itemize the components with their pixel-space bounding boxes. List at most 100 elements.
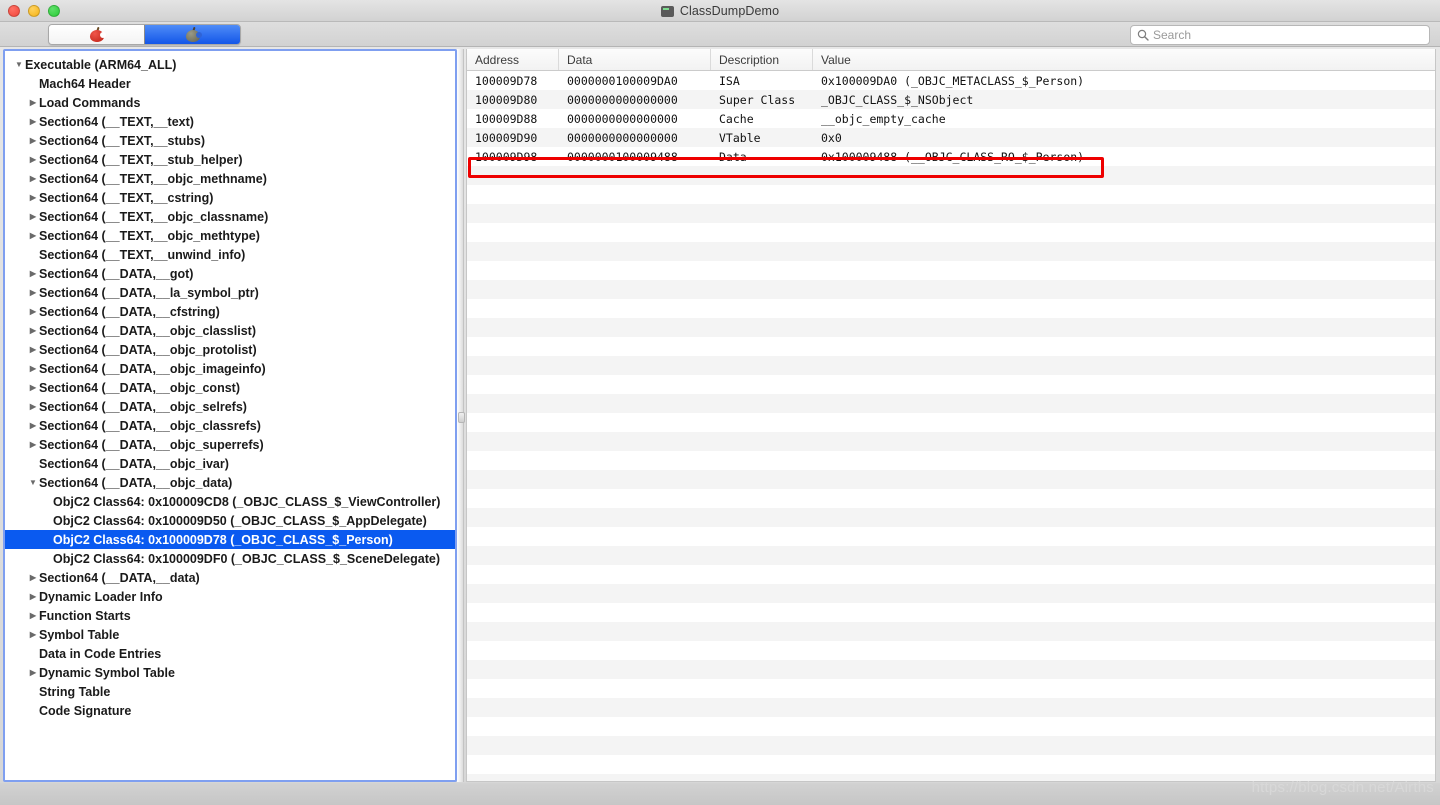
chevron-right-icon[interactable]: ▶ [27, 98, 39, 107]
table-row[interactable]: 100009D80 0000000000000000 Super Class _OBJ… [467, 90, 1435, 109]
chevron-right-icon[interactable]: ▶ [27, 212, 39, 221]
outline-row[interactable]: Section64 (__DATA,__objc_ivar) [5, 454, 455, 473]
chevron-right-icon[interactable]: ▶ [27, 307, 39, 316]
segment-gray-apple[interactable] [144, 25, 240, 44]
chevron-right-icon[interactable]: ▶ [27, 421, 39, 430]
app-window: ClassDumpDemo Search ▼ Executable (ARM64… [0, 0, 1440, 805]
column-header-value[interactable]: Value [813, 49, 1435, 70]
outline-row[interactable]: ▶ Section64 (__DATA,__cfstring) [5, 302, 455, 321]
outline-row[interactable]: ▶ Function Starts [5, 606, 455, 625]
outline-row[interactable]: ▶ Section64 (__DATA,__objc_const) [5, 378, 455, 397]
outline-row[interactable]: ▼ Section64 (__DATA,__objc_data) [5, 473, 455, 492]
column-header-address[interactable]: Address [467, 49, 559, 70]
outline-row-label: Section64 (__TEXT,__objc_classname) [39, 209, 269, 224]
outline-row[interactable]: Code Signature [5, 701, 455, 720]
chevron-right-icon[interactable]: ▶ [27, 630, 39, 639]
outline-row-label: Section64 (__DATA,__objc_classlist) [39, 323, 256, 338]
outline-row-label: Section64 (__TEXT,__objc_methtype) [39, 228, 260, 243]
chevron-right-icon[interactable]: ▶ [27, 231, 39, 240]
chevron-right-icon[interactable]: ▶ [27, 592, 39, 601]
chevron-right-icon[interactable]: ▶ [27, 668, 39, 677]
chevron-right-icon[interactable]: ▶ [27, 364, 39, 373]
chevron-right-icon[interactable]: ▶ [27, 117, 39, 126]
chevron-right-icon[interactable]: ▶ [27, 193, 39, 202]
table-row-empty [467, 698, 1435, 717]
outline-row[interactable]: ▶ Section64 (__DATA,__objc_classrefs) [5, 416, 455, 435]
outline-row[interactable]: ▶ Section64 (__DATA,__objc_selrefs) [5, 397, 455, 416]
outline-row-label: Mach64 Header [39, 76, 131, 91]
chevron-right-icon[interactable]: ▶ [27, 611, 39, 620]
outline-row[interactable]: ▶ Section64 (__DATA,__data) [5, 568, 455, 587]
table-row-empty [467, 242, 1435, 261]
outline-row[interactable]: ▶ Section64 (__DATA,__got) [5, 264, 455, 283]
table-row-empty [467, 299, 1435, 318]
chevron-right-icon[interactable]: ▶ [27, 402, 39, 411]
column-header-data[interactable]: Data [559, 49, 711, 70]
segment-red-apple[interactable] [49, 25, 144, 44]
outline-row-label: Section64 (__DATA,__got) [39, 266, 194, 281]
table-row-empty [467, 470, 1435, 489]
chevron-right-icon[interactable]: ▶ [27, 326, 39, 335]
chevron-down-icon[interactable]: ▼ [27, 478, 39, 487]
structure-outline-view[interactable]: ▼ Executable (ARM64_ALL) Mach64 Header ▶ Loa… [5, 51, 455, 780]
outline-row-label: Section64 (__TEXT,__objc_methname) [39, 171, 267, 186]
outline-row[interactable]: ▶ Section64 (__DATA,__objc_classlist) [5, 321, 455, 340]
chevron-right-icon[interactable]: ▶ [27, 345, 39, 354]
cell-address: 100009D90 [475, 130, 538, 145]
outline-row[interactable]: String Table [5, 682, 455, 701]
table-row[interactable]: 100009D90 0000000000000000 VTable 0x0 [467, 128, 1435, 147]
chevron-right-icon[interactable]: ▶ [27, 269, 39, 278]
outline-row[interactable]: ObjC2 Class64: 0x100009D78 (_OBJC_CLASS_… [5, 530, 455, 549]
outline-row[interactable]: Mach64 Header [5, 74, 455, 93]
chevron-down-icon[interactable]: ▼ [13, 60, 25, 69]
outline-row[interactable]: ▶ Section64 (__TEXT,__text) [5, 112, 455, 131]
outline-row[interactable]: ▶ Section64 (__TEXT,__stubs) [5, 131, 455, 150]
outline-row[interactable]: ▶ Section64 (__DATA,__objc_superrefs) [5, 435, 455, 454]
chevron-right-icon[interactable]: ▶ [27, 136, 39, 145]
outline-row[interactable]: ▶ Section64 (__DATA,__objc_protolist) [5, 340, 455, 359]
splitter-handle[interactable] [458, 412, 465, 423]
table-row-empty [467, 755, 1435, 774]
outline-row[interactable]: ▶ Section64 (__TEXT,__stub_helper) [5, 150, 455, 169]
outline-row[interactable]: ▶ Load Commands [5, 93, 455, 112]
outline-row-label: Section64 (__DATA,__objc_protolist) [39, 342, 257, 357]
outline-row[interactable]: ▶ Section64 (__TEXT,__objc_methname) [5, 169, 455, 188]
chevron-right-icon[interactable]: ▶ [27, 155, 39, 164]
outline-row[interactable]: ObjC2 Class64: 0x100009DF0 (_OBJC_CLASS_… [5, 549, 455, 568]
table-row-empty [467, 679, 1435, 698]
outline-row[interactable]: ▶ Dynamic Symbol Table [5, 663, 455, 682]
table-row[interactable]: 100009D78 0000000100009DA0 ISA 0x100009DA0 … [467, 71, 1435, 90]
outline-row[interactable]: ▶ Symbol Table [5, 625, 455, 644]
table-row-empty [467, 584, 1435, 603]
panel-splitter[interactable] [457, 49, 465, 782]
outline-row-label: Section64 (__TEXT,__stubs) [39, 133, 206, 148]
table-row-empty [467, 489, 1435, 508]
outline-row[interactable]: ObjC2 Class64: 0x100009CD8 (_OBJC_CLASS_… [5, 492, 455, 511]
search-field[interactable]: Search [1130, 25, 1430, 45]
outline-row[interactable]: ▶ Section64 (__TEXT,__objc_methtype) [5, 226, 455, 245]
table-row[interactable]: 100009D88 0000000000000000 Cache __objc_emp… [467, 109, 1435, 128]
cell-value: _OBJC_CLASS_$_NSObject [821, 92, 974, 107]
outline-row[interactable]: ▶ Section64 (__DATA,__la_symbol_ptr) [5, 283, 455, 302]
outline-row-label: Section64 (__DATA,__objc_imageinfo) [39, 361, 266, 376]
column-header-description[interactable]: Description [711, 49, 813, 70]
chevron-right-icon[interactable]: ▶ [27, 440, 39, 449]
view-mode-segmented-control[interactable] [48, 24, 241, 45]
outline-row[interactable]: Data in Code Entries [5, 644, 455, 663]
chevron-right-icon[interactable]: ▶ [27, 288, 39, 297]
chevron-right-icon[interactable]: ▶ [27, 383, 39, 392]
table-row-empty [467, 394, 1435, 413]
outline-row[interactable]: ▶ Section64 (__TEXT,__cstring) [5, 188, 455, 207]
outline-row-label: Section64 (__DATA,__la_symbol_ptr) [39, 285, 259, 300]
outline-row[interactable]: Section64 (__TEXT,__unwind_info) [5, 245, 455, 264]
outline-row[interactable]: ▶ Section64 (__TEXT,__objc_classname) [5, 207, 455, 226]
table-row[interactable]: 100009D98 0000000100009488 Data 0x100009488… [467, 147, 1435, 166]
outline-row[interactable]: ▶ Dynamic Loader Info [5, 587, 455, 606]
chevron-right-icon[interactable]: ▶ [27, 174, 39, 183]
chevron-right-icon[interactable]: ▶ [27, 573, 39, 582]
outline-row[interactable]: ▶ Section64 (__DATA,__objc_imageinfo) [5, 359, 455, 378]
outline-row[interactable]: ObjC2 Class64: 0x100009D50 (_OBJC_CLASS_… [5, 511, 455, 530]
outline-row[interactable]: ▼ Executable (ARM64_ALL) [5, 55, 455, 74]
table-row-empty [467, 546, 1435, 565]
table-body[interactable]: 100009D78 0000000100009DA0 ISA 0x100009DA0 … [467, 71, 1435, 781]
